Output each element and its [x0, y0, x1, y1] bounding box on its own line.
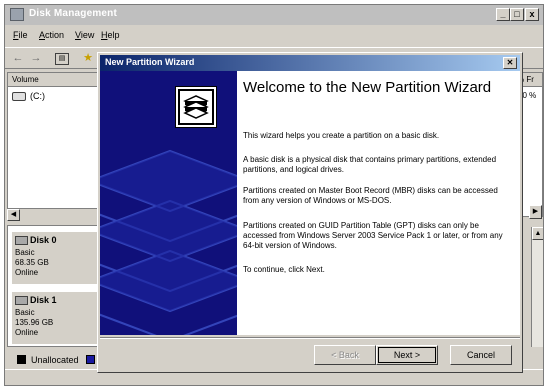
- wizard-mbr-text: Partitions created on Master Boot Record…: [243, 186, 498, 205]
- new-partition-wizard-dialog: New Partition Wizard ✕ Welcome to the Ne…: [97, 52, 523, 373]
- disk-0-size: 68.35 GB: [15, 258, 49, 267]
- disk-0-type: Basic: [15, 248, 35, 257]
- scroll-left-icon[interactable]: ◀: [7, 209, 20, 221]
- disk-0-block[interactable]: Disk 0 Basic 68.35 GB Online: [12, 232, 98, 284]
- wizard-welcome-content: Welcome to the New Partition Wizard This…: [237, 71, 520, 335]
- close-button[interactable]: x: [525, 8, 539, 21]
- menu-view[interactable]: View: [75, 30, 94, 40]
- disk-management-app-icon: [10, 8, 24, 21]
- menu-bar: File Action View Help: [5, 25, 543, 45]
- wizard-heading: Welcome to the New Partition Wizard: [243, 79, 492, 96]
- menu-action[interactable]: Action: [39, 30, 64, 40]
- scroll-up-icon[interactable]: ▲: [532, 227, 543, 240]
- forward-arrow-icon[interactable]: →: [29, 52, 43, 65]
- disk-0-status: Online: [15, 268, 39, 277]
- partition-wizard-icon: [175, 86, 217, 128]
- volume-list-hscrollbar[interactable]: ◀: [7, 208, 103, 221]
- console-tree-icon[interactable]: ▤: [55, 53, 69, 65]
- menu-action-label: ction: [45, 30, 65, 40]
- wizard-sidebar-graphic: [100, 71, 237, 335]
- maximize-button[interactable]: □: [510, 8, 524, 21]
- menu-help[interactable]: Help: [101, 30, 120, 40]
- minimize-button[interactable]: _: [496, 8, 510, 21]
- wizard-gpt-text: Partitions created on GUID Partition Tab…: [243, 221, 503, 250]
- menu-file-label: ile: [18, 30, 28, 40]
- wizard-close-button[interactable]: ✕: [503, 57, 517, 69]
- disk-1-status: Online: [15, 328, 39, 337]
- wizard-continue-text: To continue, click Next.: [243, 265, 325, 274]
- menu-view-label: iew: [80, 30, 95, 40]
- help-icon[interactable]: ★: [81, 52, 95, 65]
- volume-row[interactable]: (C:): [12, 91, 45, 102]
- wizard-button-separator: [100, 337, 520, 339]
- disk-1-name: Disk 1: [15, 295, 57, 306]
- disk-1-size: 135.96 GB: [15, 318, 54, 327]
- disk-0-name: Disk 0: [15, 235, 57, 246]
- main-title-bar: Disk Management _ □ x: [5, 5, 543, 25]
- back-arrow-icon[interactable]: ←: [11, 52, 25, 65]
- legend: Unallocated P: [7, 351, 104, 369]
- unallocated-swatch: [17, 355, 26, 364]
- drive-icon: [12, 92, 26, 102]
- wizard-title: New Partition Wizard: [105, 57, 195, 67]
- disk-1-name-text: Disk 1: [30, 295, 57, 305]
- primary-swatch: [86, 355, 95, 364]
- disk-panel-vscrollbar[interactable]: ▲: [531, 227, 543, 347]
- cancel-button[interactable]: Cancel: [450, 345, 512, 365]
- disk-icon: [15, 296, 28, 306]
- wizard-intro-text: This wizard helps you create a partition…: [243, 131, 440, 140]
- scroll-right-icon[interactable]: ▶: [529, 205, 542, 219]
- wizard-title-bar: New Partition Wizard ✕: [100, 55, 520, 71]
- menu-file[interactable]: File: [13, 30, 28, 40]
- disk-stack-icon: [178, 89, 214, 125]
- next-button[interactable]: Next >: [376, 345, 438, 365]
- disk-icon: [15, 236, 28, 246]
- volume-list-panel: Volume (C:): [7, 72, 103, 220]
- disk-0-name-text: Disk 0: [30, 235, 57, 245]
- menu-help-label: elp: [107, 30, 120, 40]
- volume-label: (C:): [30, 91, 45, 101]
- wizard-basic-disk-text: A basic disk is a physical disk that con…: [243, 155, 497, 174]
- column-header-volume[interactable]: Volume: [8, 73, 102, 87]
- disk-graphical-panel: Disk 0 Basic 68.35 GB Online Disk 1 Basi…: [7, 225, 103, 347]
- back-button[interactable]: < Back: [314, 345, 376, 365]
- disk-1-type: Basic: [15, 308, 35, 317]
- main-window-title: Disk Management: [29, 8, 118, 19]
- disk-1-block[interactable]: Disk 1 Basic 135.96 GB Online: [12, 292, 98, 344]
- legend-unallocated: Unallocated: [31, 355, 79, 365]
